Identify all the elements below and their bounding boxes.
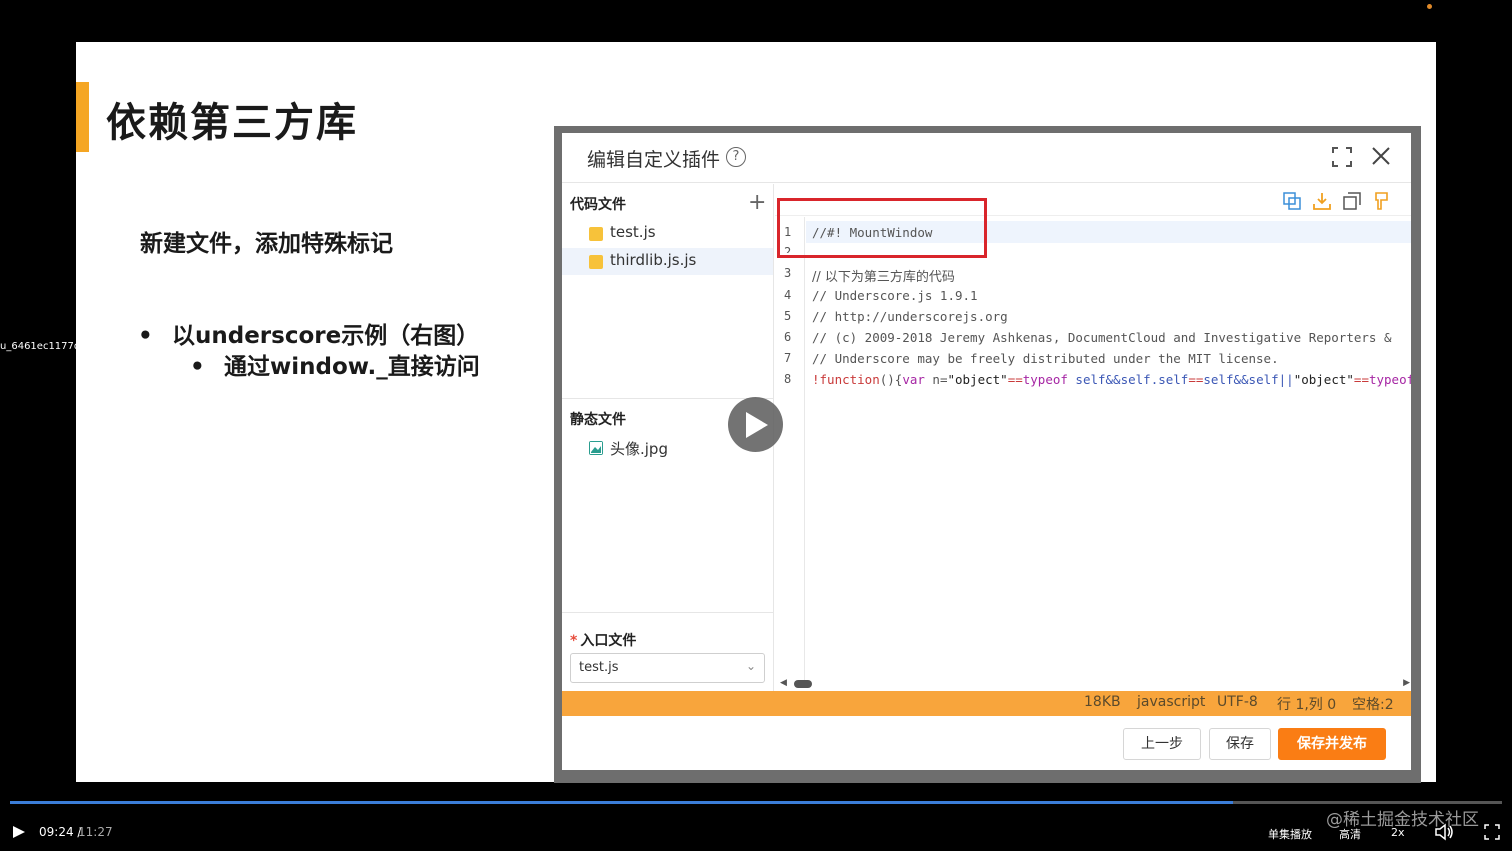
quality-selector[interactable]: 高清 [1339,826,1361,842]
indent-setting[interactable]: 空格:2 [1352,694,1394,714]
sub-bullet-item: • 通过window._直接访问 [190,347,480,381]
panel-divider [562,398,773,399]
file-item-test-js[interactable]: test.js [562,220,773,247]
image-file-icon [589,441,603,455]
download-icon[interactable] [1313,192,1331,210]
bullet-text: 以underscore示例（右图） [172,323,480,349]
current-time: 09:24 / [39,825,82,839]
entry-file-label-text: 入口文件 [580,633,637,649]
help-icon[interactable]: ? [726,147,746,167]
code-line: !function(){var n="object"==typeof self&… [812,372,1411,387]
code-files-heading: 代码文件 [570,197,626,213]
speed-selector[interactable]: 2x [1391,826,1405,839]
save-and-publish-button[interactable]: 保存并发布 [1278,728,1386,760]
copy-icon[interactable] [1343,192,1361,210]
code-line: // Underscore.js 1.9.1 [812,288,978,303]
code-line: // 以下为第三方库的代码 [812,270,955,285]
save-button[interactable]: 保存 [1209,728,1271,760]
file-name: 头像.jpg [610,440,668,458]
side-user-label: u_6461ec1177d [0,341,81,352]
dialog-header: 编辑自定义插件 ? [562,133,1411,183]
add-file-icon[interactable]: + [748,190,766,215]
slide-title: 依赖第三方库 [106,100,358,146]
play-icon[interactable] [12,825,26,839]
entry-file-label: * 入口文件 [570,630,636,650]
close-icon[interactable] [1370,145,1392,167]
format-painter-icon[interactable] [1373,192,1391,210]
language-mode[interactable]: javascript [1137,694,1205,710]
static-files-heading: 静态文件 [570,412,626,428]
horizontal-scrollbar[interactable]: ◀ ▶ [778,678,1414,690]
panel-divider [562,612,773,613]
fullscreen-icon[interactable] [1484,824,1500,840]
play-icon [746,412,768,438]
file-size: 18KB [1084,694,1121,710]
line-number: 6 [784,330,792,344]
js-file-icon [589,255,603,269]
file-name: test.js [610,223,656,241]
code-editor[interactable]: 1 2 3 4 5 6 7 8 //#! MountWindow // 以下为第… [775,184,1411,689]
play-overlay-button[interactable] [728,397,783,452]
line-number-gutter: 1 2 3 4 5 6 7 8 [775,217,805,687]
code-area[interactable]: //#! MountWindow // 以下为第三方库的代码 // Unders… [806,217,1411,687]
entry-file-value: test.js [579,660,619,675]
js-file-icon [589,227,603,241]
single-play-toggle[interactable]: 单集播放 [1268,826,1312,842]
file-name: thirdlib.js.js [610,251,697,269]
line-number: 7 [784,351,792,365]
video-player: u_6461ec1177d 依赖第三方库 新建文件，添加特殊标记 • 以under… [0,0,1512,851]
fullscreen-icon[interactable] [1332,147,1352,167]
file-item-thirdlib-js[interactable]: thirdlib.js.js [562,248,773,275]
line-number: 4 [784,288,792,302]
entry-file-select[interactable]: test.js ⌄ [570,653,765,683]
total-time: 11:27 [78,825,113,839]
previous-step-button[interactable]: 上一步 [1123,728,1201,760]
required-mark: * [570,633,578,649]
code-line: // Underscore may be freely distributed … [812,351,1279,366]
cursor-position: 行 1,列 0 [1277,697,1337,713]
bullet-item: • 以underscore示例（右图） [138,316,479,350]
format-icon[interactable] [1283,192,1301,210]
volume-icon[interactable] [1435,823,1455,841]
scroll-left-icon[interactable]: ◀ [780,678,787,688]
bullet-text: 通过window._直接访问 [224,354,480,380]
scrollbar-thumb[interactable] [794,680,812,688]
code-line: // http://underscorejs.org [812,309,1008,324]
status-dot [1427,4,1432,9]
annotation-highlight-box [777,198,987,258]
title-accent-bar [76,82,89,152]
line-number: 3 [784,266,792,280]
chevron-down-icon: ⌄ [745,659,756,673]
dialog-title: 编辑自定义插件 [587,149,721,171]
bullet-dot: • [138,323,153,349]
editor-status-bar: 18KB javascript UTF-8 行 1,列 0 空格:2 [562,691,1411,716]
bullet-dot: • [190,354,205,380]
code-line: // (c) 2009-2018 Jeremy Ashkenas, Docume… [812,330,1392,345]
line-number: 5 [784,309,792,323]
slide-subtitle: 新建文件，添加特殊标记 [140,231,393,257]
scroll-right-icon[interactable]: ▶ [1403,678,1410,688]
line-number: 8 [784,372,792,386]
progress-fill[interactable] [10,801,1234,804]
encoding[interactable]: UTF-8 [1217,694,1258,710]
